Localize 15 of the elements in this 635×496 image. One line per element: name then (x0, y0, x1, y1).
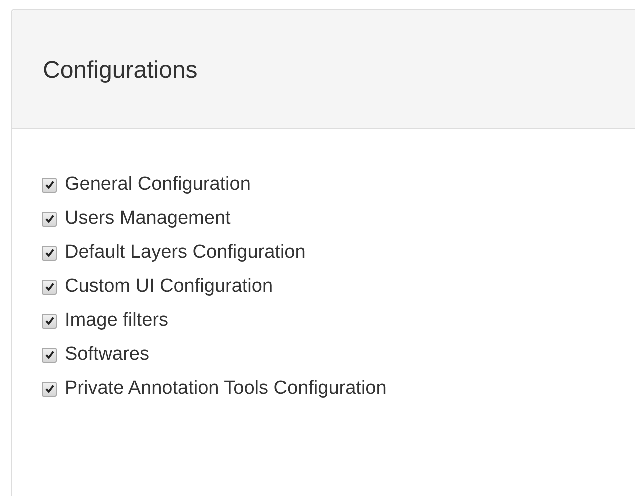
option-label: Users Management (65, 208, 231, 230)
checkbox[interactable] (42, 212, 57, 226)
option-label: Private Annotation Tools Configuration (65, 378, 387, 400)
checkbox[interactable] (42, 348, 57, 362)
checkbox[interactable] (42, 178, 57, 192)
panel-title: Configurations (43, 56, 198, 84)
option-label: Default Layers Configuration (65, 242, 306, 264)
option-label: Custom UI Configuration (65, 276, 274, 298)
checkbox[interactable] (42, 382, 57, 396)
checkbox[interactable] (42, 314, 57, 328)
checkbox[interactable] (42, 280, 57, 294)
checkbox[interactable] (42, 246, 57, 260)
option-label: General Configuration (65, 174, 251, 196)
option-label: Softwares (65, 344, 150, 366)
option-label: Image filters (65, 310, 168, 332)
